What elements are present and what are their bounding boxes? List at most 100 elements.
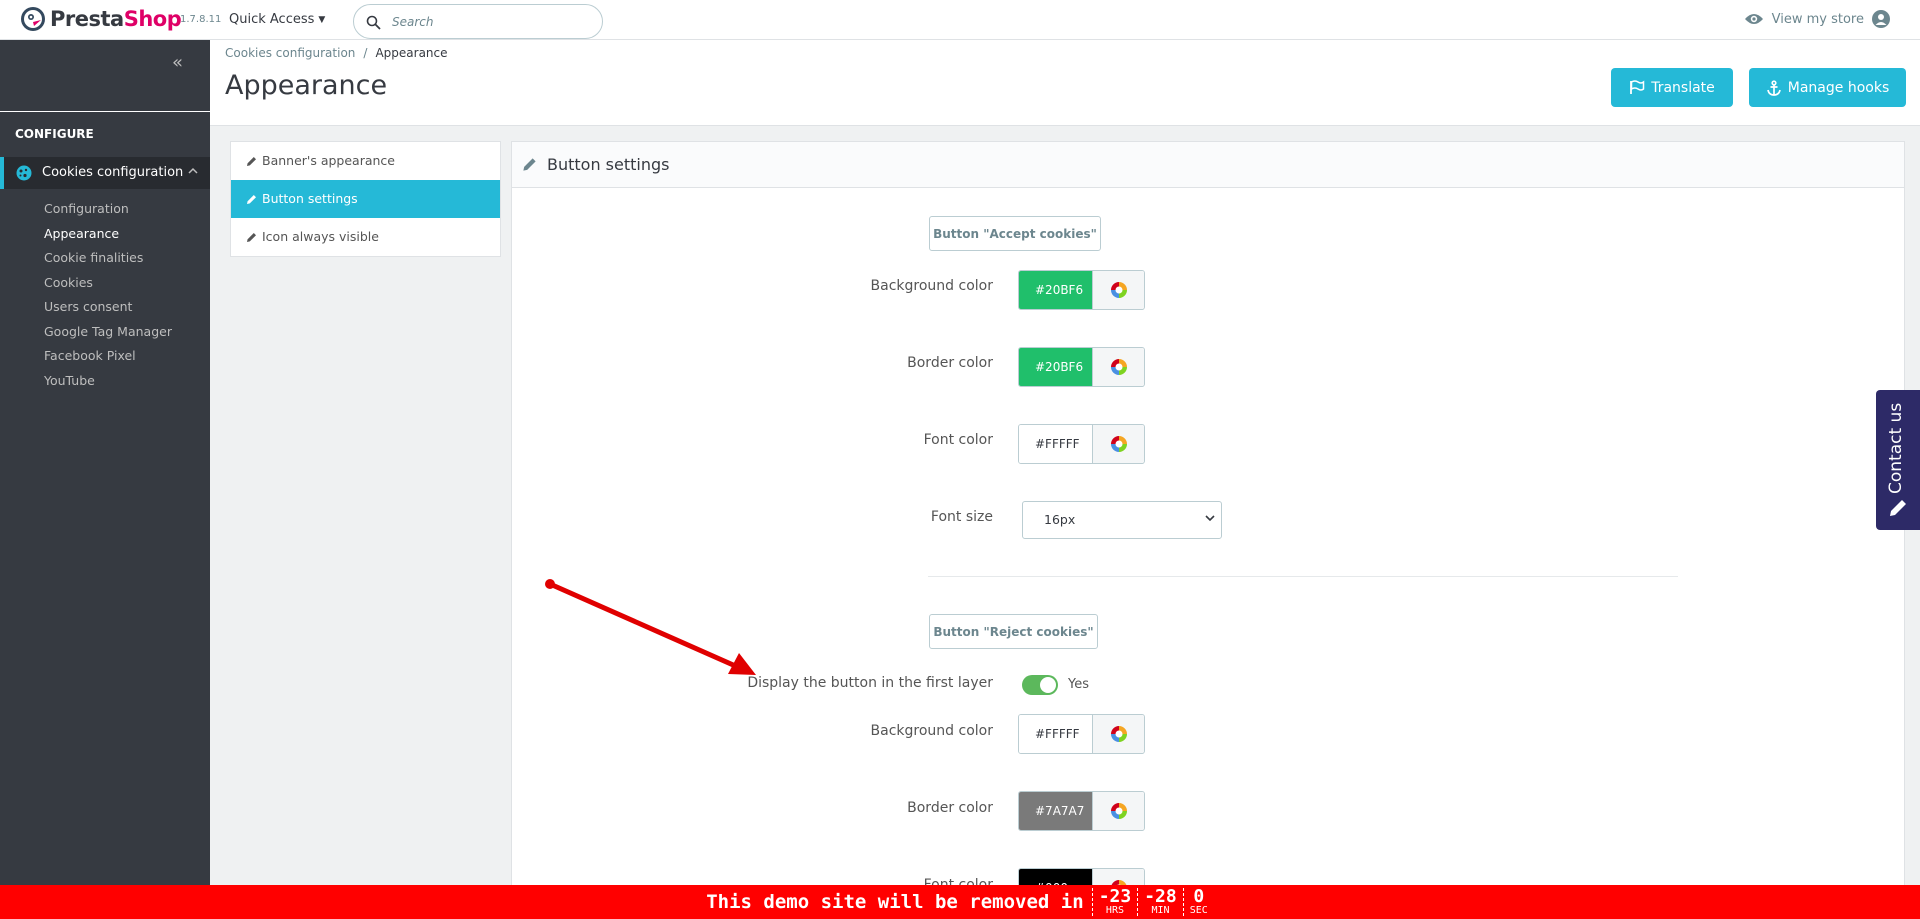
version-label: 1.7.8.11 [180, 14, 222, 25]
sidebar-item-cookies-configuration[interactable]: Cookies configuration [0, 157, 210, 189]
sidebar-subitem-appearance[interactable]: Appearance [44, 225, 172, 250]
color-wheel-icon [1110, 282, 1127, 298]
countdown-hours-value: -23 [1098, 886, 1132, 907]
user-avatar-icon[interactable] [1872, 10, 1890, 28]
annotation-arrow [545, 579, 756, 675]
reject-background-color-label: Background color [870, 723, 993, 739]
chevron-down-icon [1205, 515, 1215, 522]
accept-border-color-field[interactable]: #20BF6 [1018, 347, 1145, 387]
color-value[interactable]: #FFFFF [1019, 425, 1092, 463]
view-my-store-link[interactable]: View my store [1744, 10, 1890, 28]
reject-border-color-field[interactable]: #7A7A7 [1018, 791, 1145, 831]
logo-text-presta: Presta [50, 7, 124, 31]
chevron-up-icon [188, 167, 198, 174]
color-picker-button[interactable] [1092, 348, 1144, 386]
accept-border-color-label: Border color [907, 355, 993, 371]
color-value[interactable]: #FFFFF [1019, 715, 1092, 753]
translate-label: Translate [1651, 79, 1715, 96]
pencil-icon [247, 232, 256, 242]
sidebar-subitem-google-tag-manager[interactable]: Google Tag Manager [44, 323, 172, 348]
color-wheel-icon [1110, 803, 1127, 819]
translate-button[interactable]: Translate [1611, 68, 1733, 107]
toggle-state-label: Yes [1068, 677, 1089, 692]
search-placeholder: Search [392, 15, 434, 29]
anchor-icon [1766, 79, 1781, 96]
configure-section-title: CONFIGURE [15, 127, 94, 141]
sidebar-subitem-facebook-pixel[interactable]: Facebook Pixel [44, 347, 172, 372]
accept-font-color-field[interactable]: #FFFFF [1018, 424, 1145, 464]
top-header: PrestaShop 1.7.8.11 Quick Access ▼ Searc… [0, 0, 1920, 40]
demo-countdown-bar: This demo site will be removed in -23 HRS… [0, 885, 1920, 919]
flag-icon [1630, 80, 1645, 94]
tab-label: Icon always visible [262, 229, 379, 244]
logo-text-shop: Shop [123, 7, 182, 31]
page-header: Cookies configuration / Appearance Appeara… [210, 40, 1920, 126]
accept-background-color-field[interactable]: #20BF6 [1018, 270, 1145, 310]
color-value[interactable]: #20BF6 [1019, 271, 1092, 309]
sidebar-submenu: Configuration Appearance Cookie finaliti… [44, 200, 172, 396]
countdown-hours-unit: HRS [1105, 905, 1124, 916]
color-wheel-icon [1110, 726, 1127, 742]
section-divider [928, 576, 1678, 577]
countdown-minutes-unit: MIN [1151, 905, 1170, 916]
countdown-minutes: -28 MIN [1137, 888, 1183, 916]
accept-font-color-label: Font color [923, 432, 993, 448]
panel-title: Button settings [547, 155, 670, 174]
color-picker-button[interactable] [1092, 425, 1144, 463]
color-picker-button[interactable] [1092, 715, 1144, 753]
tab-label: Button settings [262, 191, 358, 206]
countdown-minutes-value: -28 [1144, 886, 1177, 907]
search-icon [366, 15, 381, 30]
eye-icon [1744, 14, 1763, 24]
manage-hooks-button[interactable]: Manage hooks [1749, 68, 1906, 107]
tab-label: Banner's appearance [262, 153, 395, 168]
panel-heading: Button settings [512, 142, 1904, 188]
countdown-seconds-unit: SEC [1189, 905, 1208, 916]
manage-hooks-label: Manage hooks [1787, 79, 1890, 96]
prestashop-logo[interactable]: PrestaShop [20, 6, 182, 32]
reject-cookies-section-button[interactable]: Button "Reject cookies" [929, 614, 1098, 649]
color-picker-button[interactable] [1092, 271, 1144, 309]
search-input[interactable]: Search [353, 4, 603, 39]
puffin-logo-icon [21, 7, 45, 31]
color-value[interactable]: #20BF6 [1019, 348, 1092, 386]
contact-us-label: Contact us [1886, 402, 1906, 494]
color-wheel-icon [1110, 436, 1127, 452]
sidebar-subitem-cookie-finalities[interactable]: Cookie finalities [44, 249, 172, 274]
pencil-icon [247, 156, 256, 166]
sidebar-divider [0, 111, 210, 112]
accept-font-size-label: Font size [930, 509, 993, 525]
select-value: 16px [1044, 512, 1076, 527]
sidebar-subitem-configuration[interactable]: Configuration [44, 200, 172, 225]
settings-tabs: Banner's appearance Button settings Icon… [230, 141, 501, 257]
quick-access-label: Quick Access [229, 12, 315, 27]
sidebar: « CONFIGURE Cookies configuration Config… [0, 40, 210, 919]
reject-border-color-label: Border color [907, 800, 993, 816]
sidebar-subitem-youtube[interactable]: YouTube [44, 372, 172, 397]
contact-us-tab[interactable]: Contact us [1876, 390, 1920, 530]
tab-icon-always-visible[interactable]: Icon always visible [231, 218, 500, 256]
countdown-message: This demo site will be removed in [706, 891, 1084, 913]
countdown-seconds-value: 0 [1193, 886, 1205, 907]
cookie-icon [16, 165, 32, 181]
display-first-layer-toggle[interactable] [1022, 675, 1058, 695]
color-picker-button[interactable] [1092, 792, 1144, 830]
caret-down-icon: ▼ [318, 14, 326, 25]
accept-font-size-select[interactable]: 16px [1022, 501, 1222, 539]
color-value[interactable]: #7A7A7 [1019, 792, 1092, 830]
sidebar-item-label: Cookies configuration [42, 165, 184, 180]
sidebar-subitem-users-consent[interactable]: Users consent [44, 298, 172, 323]
breadcrumb-current: Appearance [375, 46, 448, 60]
countdown-hours: -23 HRS [1091, 886, 1138, 916]
sidebar-subitem-cookies[interactable]: Cookies [44, 274, 172, 299]
reject-background-color-field[interactable]: #FFFFF [1018, 714, 1145, 754]
tab-button-settings[interactable]: Button settings [231, 180, 500, 218]
accept-cookies-section-button[interactable]: Button "Accept cookies" [929, 216, 1101, 251]
pencil-icon [523, 158, 536, 171]
breadcrumb-link[interactable]: Cookies configuration [225, 46, 355, 60]
page-title: Appearance [225, 70, 388, 101]
tab-banners-appearance[interactable]: Banner's appearance [231, 142, 500, 180]
breadcrumb: Cookies configuration / Appearance [225, 46, 448, 60]
quick-access-dropdown[interactable]: Quick Access ▼ [229, 12, 325, 27]
collapse-sidebar-icon[interactable]: « [172, 52, 183, 73]
